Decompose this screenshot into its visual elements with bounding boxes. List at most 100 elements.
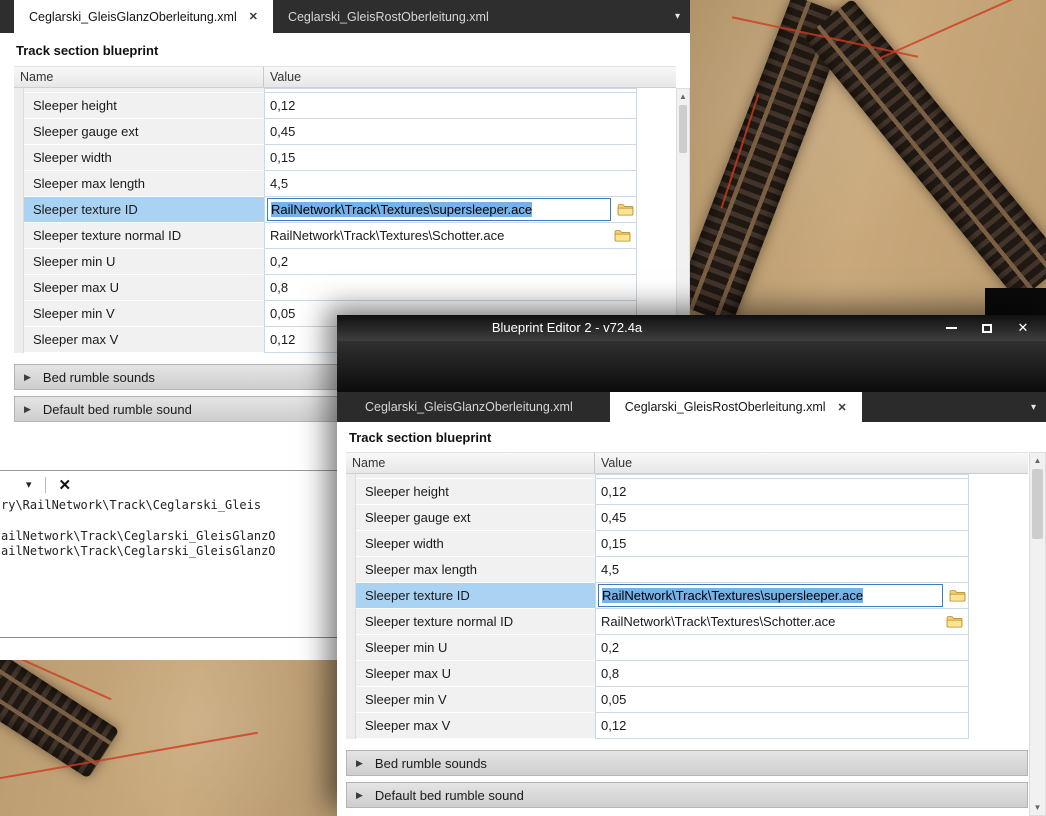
property-name[interactable]: Sleeper gauge ext [24, 119, 264, 145]
property-value[interactable]: RailNetwork\Track\Textures\Schotter.ace [595, 609, 969, 635]
value-edit-box[interactable]: RailNetwork\Track\Textures\supersleeper.… [267, 198, 611, 221]
property-name[interactable]: Sleeper min U [24, 249, 264, 275]
title-bar[interactable]: Blueprint Editor 2 - v72.4a ✕ [337, 315, 1046, 341]
property-value[interactable]: 0,05 [595, 687, 969, 713]
column-header-name[interactable]: Name [346, 453, 595, 473]
property-name[interactable]: Sleeper height [24, 93, 264, 119]
browse-folder-icon[interactable] [617, 203, 634, 216]
row-gutter [346, 479, 356, 505]
clear-icon[interactable]: ✕ [59, 476, 72, 494]
property-row: Sleeper width0,15 [14, 145, 676, 171]
log-toolbar: ▾ ✕ [0, 470, 337, 498]
property-value[interactable]: 0,15 [595, 531, 969, 557]
tab-label: Ceglarski_GleisGlanzOberleitung.xml [29, 10, 237, 24]
property-value[interactable]: RailNetwork\Track\Textures\supersleeper.… [264, 197, 637, 223]
property-name[interactable]: Sleeper texture ID [24, 197, 264, 223]
tab-ceglarski-gleisglanz[interactable]: Ceglarski_GleisGlanzOberleitung.xml [350, 392, 588, 422]
close-button[interactable]: ✕ [1012, 318, 1034, 338]
property-value[interactable]: 0,15 [264, 145, 637, 171]
tab-ceglarski-gleisrost[interactable]: Ceglarski_GleisRostOberleitung.xml ✕ [610, 392, 862, 422]
scroll-thumb[interactable] [1032, 469, 1043, 539]
property-value[interactable]: RailNetwork\Track\Textures\Schotter.ace [264, 223, 637, 249]
property-value[interactable]: 0,45 [595, 505, 969, 531]
property-name[interactable]: Sleeper texture ID [356, 583, 595, 609]
property-name[interactable]: Sleeper max length [356, 557, 595, 583]
property-name[interactable]: Sleeper max length [24, 171, 264, 197]
property-value[interactable]: 0,2 [264, 249, 637, 275]
property-name[interactable]: Sleeper height [356, 479, 595, 505]
property-row: Sleeper height0,12 [346, 479, 1028, 505]
minimize-icon [946, 327, 957, 329]
maximize-icon [982, 324, 992, 333]
bg-grid-scrollbar[interactable]: ▲ [676, 88, 690, 352]
group-label: Default bed rumble sound [375, 788, 524, 803]
scroll-up-icon[interactable]: ▲ [1030, 453, 1045, 468]
maximize-button[interactable] [976, 318, 998, 338]
value-text: 0,12 [270, 332, 295, 347]
scroll-track[interactable] [1030, 540, 1045, 800]
property-row: Sleeper min V 0,05 [346, 687, 1028, 713]
property-value[interactable]: 0,2 [595, 635, 969, 661]
property-value[interactable]: RailNetwork\Track\Textures\supersleeper.… [595, 583, 969, 609]
browse-folder-icon[interactable] [946, 615, 963, 628]
property-row: Sleeper texture normal IDRailNetwork\Tra… [346, 609, 1028, 635]
tab-overflow-caret-icon[interactable]: ▾ [675, 11, 680, 22]
property-name[interactable]: Sleeper texture normal ID [24, 223, 264, 249]
property-row: Sleeper max length4,5 [14, 171, 676, 197]
property-value[interactable]: 4,5 [595, 557, 969, 583]
bg-tab-bar: Ceglarski_GleisGlanzOberleitung.xml ✕ Ce… [0, 0, 690, 33]
group-row[interactable]: ▶Bed rumble sounds [346, 750, 1028, 776]
row-gutter [14, 275, 24, 301]
property-value[interactable]: 0,45 [264, 119, 637, 145]
scroll-down-icon[interactable]: ▼ [1030, 800, 1045, 815]
row-gutter [346, 661, 356, 687]
row-gutter [346, 505, 356, 531]
property-value[interactable]: 0,12 [595, 713, 969, 739]
property-name[interactable]: Sleeper min U [356, 635, 595, 661]
track-3d-preview-top-right [690, 0, 1046, 315]
tab-close-icon[interactable]: ✕ [249, 10, 258, 23]
collapsed-arrow-icon: ▶ [24, 372, 31, 383]
section-title: Track section blueprint [349, 430, 491, 445]
group-row[interactable]: ▶Default bed rumble sound [346, 782, 1028, 808]
fg-grid-scrollbar[interactable]: ▲ ▼ [1029, 452, 1046, 816]
property-name[interactable]: Sleeper min V [24, 301, 264, 327]
property-name[interactable]: Sleeper width [356, 531, 595, 557]
scroll-thumb[interactable] [679, 105, 687, 153]
minimize-button[interactable] [940, 318, 962, 338]
value-text: 0,45 [601, 510, 626, 525]
tab-overflow-caret-icon[interactable]: ▾ [1031, 402, 1036, 413]
column-header-name[interactable]: Name [14, 67, 264, 87]
tab-close-icon[interactable]: ✕ [838, 401, 847, 414]
row-gutter [14, 327, 24, 353]
property-value[interactable]: 0,8 [264, 275, 637, 301]
property-name[interactable]: Sleeper gauge ext [356, 505, 595, 531]
property-name[interactable]: Sleeper min V [356, 687, 595, 713]
property-name[interactable]: Sleeper max U [24, 275, 264, 301]
property-name[interactable]: Sleeper texture normal ID [356, 609, 595, 635]
value-text: 0,05 [601, 692, 626, 707]
window-controls: ✕ [940, 315, 1034, 341]
property-row: Sleeper gauge ext0,45 [14, 119, 676, 145]
property-row: Sleeper max U0,8 [14, 275, 676, 301]
dropdown-caret-icon[interactable]: ▾ [26, 478, 32, 491]
browse-folder-icon[interactable] [614, 229, 631, 242]
property-name[interactable]: Sleeper max V [356, 713, 595, 739]
scroll-up-icon[interactable]: ▲ [677, 89, 689, 104]
property-value[interactable]: 0,12 [264, 93, 637, 119]
column-header-value[interactable]: Value [264, 67, 676, 87]
property-name[interactable]: Sleeper width [24, 145, 264, 171]
value-edit-box[interactable]: RailNetwork\Track\Textures\supersleeper.… [598, 584, 943, 607]
property-row: Sleeper min U 0,2 [346, 635, 1028, 661]
property-value[interactable]: 0,12 [595, 479, 969, 505]
property-value[interactable]: 4,5 [264, 171, 637, 197]
property-value[interactable]: 0,8 [595, 661, 969, 687]
browse-folder-icon[interactable] [949, 589, 966, 602]
property-name[interactable]: Sleeper max V [24, 327, 264, 353]
grid-header: Name Value [346, 452, 1028, 474]
value-text: 0,2 [601, 640, 619, 655]
tab-ceglarski-gleisrost[interactable]: Ceglarski_GleisRostOberleitung.xml [273, 0, 504, 33]
property-name[interactable]: Sleeper max U [356, 661, 595, 687]
tab-ceglarski-gleisglanz[interactable]: Ceglarski_GleisGlanzOberleitung.xml ✕ [14, 0, 273, 33]
column-header-value[interactable]: Value [595, 453, 1028, 473]
